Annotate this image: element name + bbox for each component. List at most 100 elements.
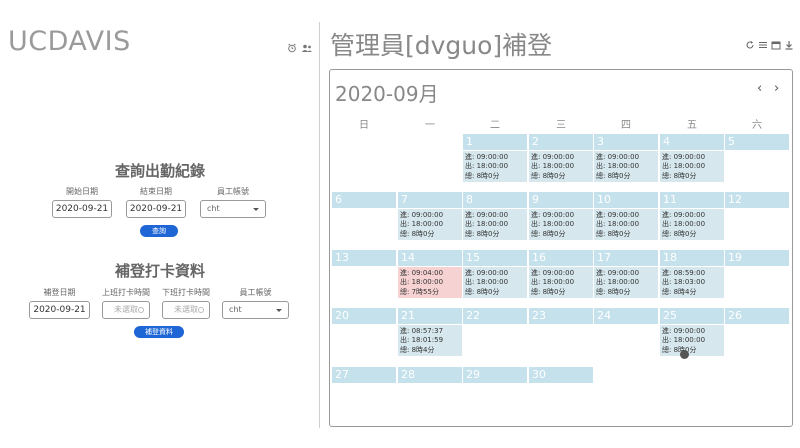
- clock-in-label: 上班打卡時間: [102, 288, 150, 297]
- attendance-record[interactable]: 進: 09:00:00 出: 18:00:00 總: 8時0分: [660, 151, 724, 182]
- day-number[interactable]: 3: [594, 134, 658, 150]
- day-number[interactable]: 10: [594, 192, 658, 208]
- attendance-record[interactable]: 進: 09:00:00 出: 18:00:00 總: 8時0分: [660, 325, 724, 356]
- attendance-record[interactable]: 進: 09:00:00 出: 18:00:00 總: 8時0分: [594, 209, 658, 240]
- header-icons: [287, 38, 312, 53]
- record-out-line: 出: 18:00:00: [400, 278, 444, 287]
- attendance-record[interactable]: 進: 09:00:00 出: 18:00:00 總: 8時0分: [529, 209, 593, 240]
- alarm-clock-icon[interactable]: [287, 38, 297, 53]
- attendance-record[interactable]: 進: 09:00:00 出: 18:00:00 總: 8時0分: [660, 209, 724, 240]
- attendance-record[interactable]: 進: 09:04:00 出: 18:00:00 總: 7時55分: [398, 267, 462, 298]
- punch-account-select[interactable]: cht: [222, 301, 289, 319]
- day-number[interactable]: 2: [529, 134, 593, 150]
- record-in-line: 進: 09:00:00: [662, 153, 706, 161]
- record-total-line: 總: 8時0分: [596, 287, 631, 296]
- attendance-record[interactable]: 進: 09:00:00 出: 18:00:00 總: 8時0分: [594, 267, 658, 298]
- attendance-record[interactable]: 進: 08:57:37 出: 18:01:59 總: 8時4分: [398, 325, 462, 356]
- panel-divider: [319, 22, 320, 428]
- record-total-line: 總: 8時0分: [400, 229, 435, 238]
- day-number[interactable]: 25: [660, 308, 724, 324]
- day-number[interactable]: 6: [332, 192, 396, 208]
- attendance-record[interactable]: 進: 09:00:00 出: 18:00:00 總: 8時0分: [529, 151, 593, 182]
- punch-date-input[interactable]: 2020-09-21: [29, 301, 90, 319]
- day-number[interactable]: 23: [529, 308, 593, 324]
- query-panel: UCDAVIS 查詢出勤紀錄 開始日期 結束日期 員工帳號 2020-09-21…: [0, 0, 320, 448]
- day-number[interactable]: 16: [529, 250, 593, 266]
- clock-icon: [198, 307, 204, 313]
- end-date-input[interactable]: 2020-09-21: [126, 200, 186, 218]
- mouse-cursor: [680, 350, 689, 359]
- users-icon[interactable]: [301, 38, 312, 52]
- record-out-line: 出: 18:00:00: [596, 278, 640, 287]
- day-number[interactable]: 1: [463, 134, 527, 150]
- weekday-label: 五: [687, 120, 697, 131]
- calendar: 2020-09月 ‹ › 日一二三四五六 1 進: 09:00:00 出: 18:0…: [329, 69, 793, 427]
- day-number[interactable]: 5: [725, 134, 789, 150]
- record-out-line: 出: 18:00:00: [596, 220, 640, 229]
- record-total-line: 總: 8時0分: [465, 229, 500, 238]
- record-in-line: 進: 09:00:00: [596, 211, 640, 219]
- query-button[interactable]: 查詢: [140, 225, 178, 237]
- record-total-line: 總: 7時55分: [400, 287, 439, 296]
- day-number[interactable]: 22: [463, 308, 527, 324]
- account-select-value: cht: [207, 204, 220, 213]
- record-in-line: 進: 09:00:00: [596, 153, 640, 161]
- day-number[interactable]: 15: [463, 250, 527, 266]
- record-out-line: 出: 18:00:00: [531, 162, 575, 171]
- record-in-line: 進: 09:00:00: [662, 327, 706, 335]
- day-number[interactable]: 19: [725, 250, 789, 266]
- day-number[interactable]: 14: [398, 250, 462, 266]
- attendance-record[interactable]: 進: 09:00:00 出: 18:00:00 總: 8時0分: [463, 209, 527, 240]
- download-icon[interactable]: [784, 35, 794, 50]
- attendance-record[interactable]: 進: 09:00:00 出: 18:00:00 總: 8時0分: [398, 209, 462, 240]
- account-select[interactable]: cht: [200, 200, 266, 218]
- day-number[interactable]: 30: [529, 367, 593, 383]
- record-in-line: 進: 09:00:00: [400, 211, 444, 219]
- account-label: 員工帳號: [217, 187, 249, 196]
- attendance-record[interactable]: 進: 09:00:00 出: 18:00:00 總: 8時0分: [594, 151, 658, 182]
- record-total-line: 總: 8時0分: [662, 229, 697, 238]
- day-number[interactable]: 8: [463, 192, 527, 208]
- attendance-record[interactable]: 進: 09:00:00 出: 18:00:00 總: 8時0分: [529, 267, 593, 298]
- day-number[interactable]: 29: [463, 367, 527, 383]
- day-number[interactable]: 17: [594, 250, 658, 266]
- record-in-line: 進: 09:00:00: [465, 211, 509, 219]
- attendance-record[interactable]: 進: 09:00:00 出: 18:00:00 總: 8時0分: [463, 267, 527, 298]
- punch-submit-button[interactable]: 補登資料: [134, 326, 184, 338]
- record-in-line: 進: 09:00:00: [531, 211, 575, 219]
- record-out-line: 出: 18:00:00: [662, 220, 706, 229]
- punch-date-label: 補登日期: [43, 288, 76, 297]
- day-number[interactable]: 20: [332, 308, 396, 324]
- attendance-record[interactable]: 進: 09:00:00 出: 18:00:00 總: 8時0分: [463, 151, 527, 182]
- weekday-label: 三: [556, 120, 566, 131]
- record-total-line: 總: 8時0分: [662, 345, 697, 354]
- record-total-line: 總: 8時0分: [531, 229, 566, 238]
- day-number[interactable]: 13: [332, 250, 396, 266]
- chevron-right-icon[interactable]: ›: [774, 82, 784, 95]
- punch-account-value: cht: [229, 305, 242, 314]
- day-number[interactable]: 26: [725, 308, 789, 324]
- day-number[interactable]: 24: [594, 308, 658, 324]
- start-date-input[interactable]: 2020-09-21: [52, 200, 112, 218]
- query-section-title: 查詢出勤紀錄: [114, 162, 205, 180]
- day-number[interactable]: 27: [332, 367, 396, 383]
- record-in-line: 進: 09:00:00: [465, 153, 509, 161]
- refresh-icon[interactable]: [745, 35, 755, 49]
- attendance-record[interactable]: 進: 08:59:00 出: 18:03:00 總: 8時4分: [660, 267, 724, 298]
- day-number[interactable]: 4: [660, 134, 724, 150]
- end-date-label: 結束日期: [140, 187, 172, 196]
- day-number[interactable]: 21: [398, 308, 462, 324]
- day-number[interactable]: 11: [660, 192, 724, 208]
- day-number[interactable]: 9: [529, 192, 593, 208]
- day-number[interactable]: 12: [725, 192, 789, 208]
- day-number[interactable]: 7: [398, 192, 462, 208]
- day-number[interactable]: 18: [660, 250, 724, 266]
- record-in-line: 進: 09:00:00: [531, 153, 575, 161]
- list-icon[interactable]: [758, 35, 768, 48]
- clock-in-time-input[interactable]: 未選取: [102, 301, 150, 319]
- chevron-left-icon[interactable]: ‹: [757, 82, 767, 95]
- calendar-icon[interactable]: [771, 35, 781, 50]
- clock-out-time-input[interactable]: 未選取: [162, 301, 210, 319]
- day-number[interactable]: 28: [398, 367, 462, 383]
- punch-account-label: 員工帳號: [239, 288, 272, 297]
